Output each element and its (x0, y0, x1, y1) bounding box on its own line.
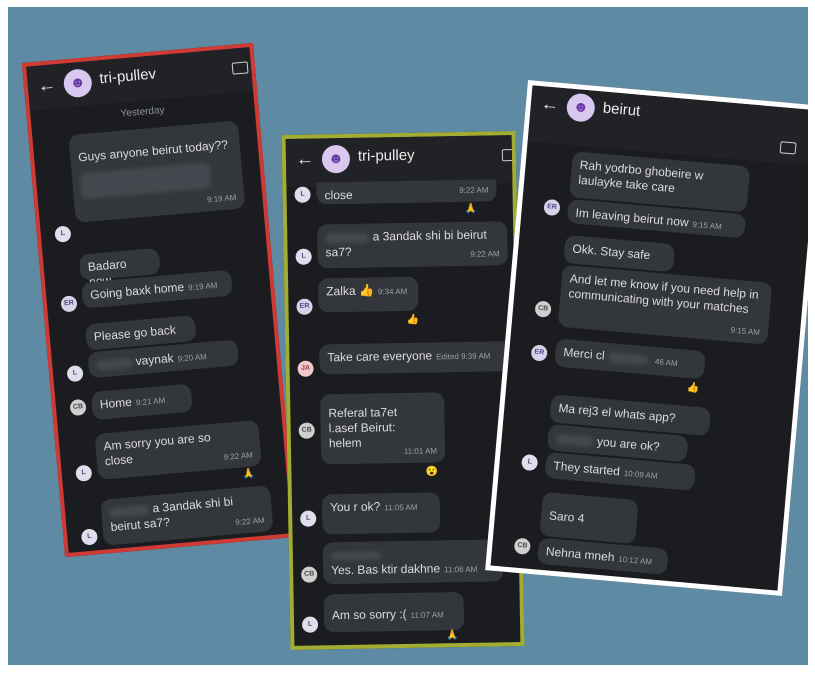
message-time: 11:06 AM (444, 564, 478, 575)
message-bubble: a 3andak shi bi beirut sa7? 9:22 AM (317, 221, 508, 269)
message-bubble: Take care everyone Edited 9:39 AM (319, 341, 516, 375)
message-bubble: close 9:22 AM (316, 179, 497, 205)
message-bubble: Am sorry you are so close 9:22 AM (94, 419, 262, 480)
message-text: Am sorry you are so close (102, 430, 212, 469)
avatar: JA (297, 360, 314, 377)
reaction-emoji: 🙏 (464, 203, 478, 215)
avatar: ER (543, 198, 561, 217)
message-bubble: Zalka 👍 9:34 AM (318, 276, 419, 313)
avatar: L (294, 186, 311, 203)
avatar: L (80, 528, 99, 546)
message-bubble: Guys anyone beirut today?? 9:19 AM (68, 120, 246, 223)
message-bubble: And let me know if you need help in comm… (557, 264, 773, 345)
message-bubble: a 3andak shi bi beirut sa7? 9:22 AM (100, 485, 274, 546)
reaction-emoji: 🙏 (446, 630, 459, 642)
message-text: Rah yodrbo ghobeire w laulayke take care (577, 157, 705, 196)
message-text: close (324, 187, 353, 203)
avatar: CB (69, 398, 87, 417)
message-text: And let me know if you need help in comm… (567, 271, 760, 317)
message-time: 9:19 AM (206, 192, 237, 205)
message-time: 9:22 AM (223, 450, 254, 462)
message-time: 9:34 AM (377, 286, 408, 297)
message-time: 9:22 AM (234, 515, 265, 528)
avatar: L (66, 364, 84, 383)
avatar: CB (534, 300, 552, 318)
message-text: Am so sorry :( (331, 606, 407, 623)
reaction-emoji: 😮 (425, 466, 438, 478)
avatar: ER (296, 298, 313, 315)
message-bubble: Merci cl 46 AM (554, 338, 707, 380)
back-arrow-icon[interactable]: ← (37, 74, 57, 95)
back-arrow-icon[interactable]: ← (296, 149, 314, 169)
chat-screenshot-3: ← ☻ beirut ⋮ Rah yodrbo ghobeire w laula… (485, 79, 808, 597)
avatar: ER (60, 295, 78, 313)
chat-header: ← ☻ beirut ⋮ (527, 85, 808, 167)
message-text: Going baxk home (89, 279, 185, 302)
message-bubble: Referal ta7et l.asef Beirut: helem 11:01… (320, 392, 446, 465)
message-text: They started (552, 458, 621, 479)
collage-board: ← ☻ tri-pullev Yesterday Guys anyone bei… (8, 7, 808, 665)
chat-screenshot-2: ← ☻ tri-pulley close 9:22 AM 🙏 L a 3anda… (281, 130, 525, 651)
chat-title: beirut (602, 99, 641, 120)
chat-title: tri-pullev (98, 65, 157, 88)
avatar: L (295, 248, 312, 265)
message-text: Home (99, 394, 133, 412)
message-time: 46 AM (654, 357, 678, 369)
message-text: Nehna mneh (545, 544, 616, 565)
group-avatar-icon: ☻ (321, 144, 351, 174)
message-text: Take care everyone (327, 348, 433, 365)
message-time: 9:21 AM (135, 395, 166, 408)
message-time: 9:15 AM (692, 219, 723, 232)
message-text: you are ok? (596, 434, 661, 454)
message-bubble: Am so sorry :(11:07 AM (323, 591, 465, 633)
message-time: 11:01 AM (403, 446, 438, 456)
video-call-icon[interactable] (501, 148, 519, 162)
avatar: ER (530, 344, 548, 362)
message-text: Im leaving beirut now (575, 205, 690, 230)
message-text: Ma rej3 el whats app? (557, 400, 677, 426)
message-text: Okk. Stay safe (571, 241, 651, 263)
avatar: L (54, 225, 72, 243)
avatar: L (300, 510, 317, 527)
message-text: Merci cl (562, 345, 606, 363)
avatar: CB (513, 537, 532, 555)
reaction-emoji: 🙏 (242, 468, 256, 481)
video-call-icon[interactable] (779, 141, 797, 155)
reaction-emoji: 👍 (686, 381, 700, 395)
message-bubble: Saro 4 (539, 491, 639, 545)
message-time: 9:19 AM (187, 280, 218, 293)
message-time: 11:07 AM (410, 610, 444, 620)
message-bubble: Yes. Bas ktir dakhne 11:06 AM (322, 539, 504, 585)
message-text: You r ok? (329, 499, 381, 515)
avatar: L (521, 453, 539, 472)
avatar: L (75, 464, 93, 482)
message-text: Zalka 👍 (326, 283, 374, 299)
message-text: Saro 4 (548, 508, 585, 526)
chat-title: tri-pulley (357, 146, 415, 165)
message-time: 10:09 AM (623, 468, 658, 481)
avatar: L (301, 616, 319, 633)
group-avatar-icon: ☻ (565, 92, 596, 123)
message-text: Please go back (93, 322, 177, 344)
reaction-emoji: 👍 (406, 314, 420, 326)
message-time: 9:20 AM (177, 352, 208, 364)
avatar: CB (301, 566, 318, 583)
message-time: 9:15 AM (730, 325, 761, 338)
avatar: CB (298, 422, 315, 439)
message-time: 11:05 AM (384, 502, 418, 513)
message-time: 9:22 AM (459, 185, 489, 195)
message-time: 10:12 AM (617, 554, 653, 567)
chat-screenshot-1: ← ☻ tri-pullev Yesterday Guys anyone bei… (21, 42, 297, 558)
message-text: vaynak (134, 350, 175, 369)
message-bubble: You r ok? 11:05 AM (321, 492, 441, 535)
message-time: Edited 9:39 AM (436, 351, 491, 362)
message-bubble: Nehna mneh 10:12 AM (536, 537, 669, 575)
message-time: 9:22 AM (470, 249, 500, 259)
message-bubble: Home 9:21 AM (90, 383, 193, 421)
more-vert-icon[interactable]: ⋮ (805, 139, 808, 157)
video-call-icon[interactable] (231, 61, 249, 75)
group-avatar-icon: ☻ (62, 68, 93, 99)
back-arrow-icon[interactable]: ← (540, 93, 560, 114)
message-text: Yes. Bas ktir dakhne (331, 561, 441, 578)
